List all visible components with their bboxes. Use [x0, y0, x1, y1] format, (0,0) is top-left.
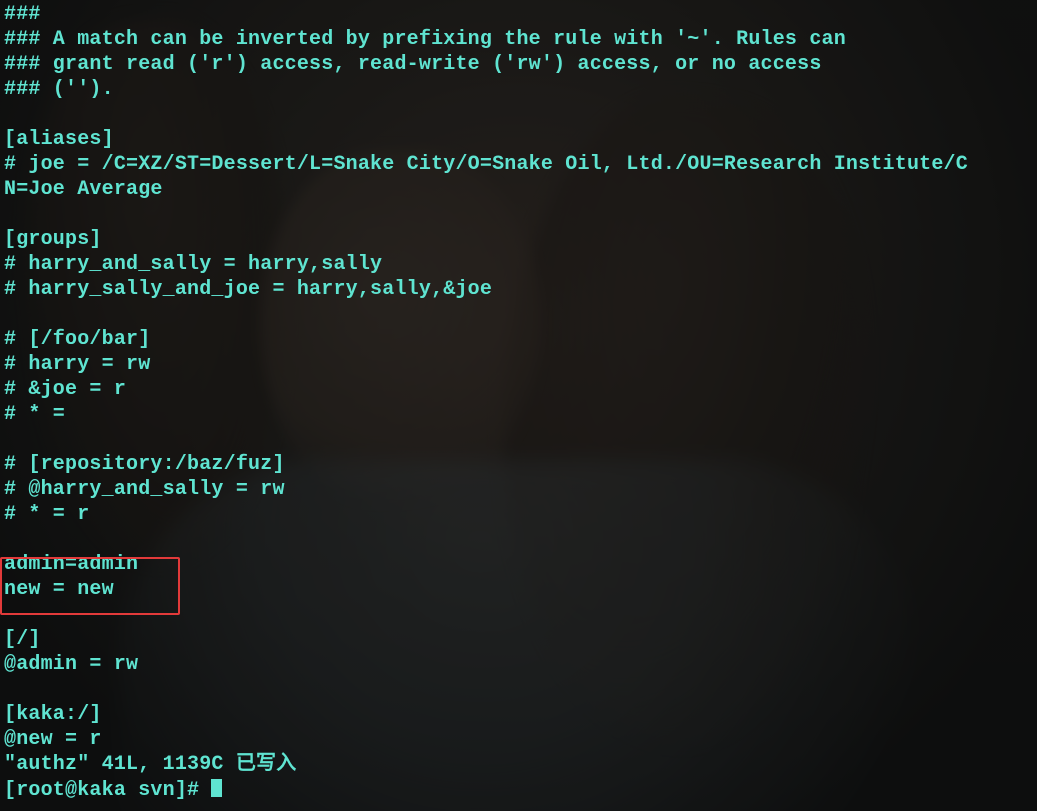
terminal-line: new = new: [4, 577, 1033, 602]
prompt-text: [root@kaka svn]#: [4, 779, 211, 802]
terminal-line: @admin = rw: [4, 652, 1033, 677]
cursor: [211, 779, 222, 797]
terminal-line: # &joe = r: [4, 377, 1033, 402]
terminal-line: [kaka:/]: [4, 702, 1033, 727]
terminal-line: # @harry_and_sally = rw: [4, 477, 1033, 502]
terminal-line: N=Joe Average: [4, 177, 1033, 202]
terminal-line: ### ('').: [4, 77, 1033, 102]
terminal-line: # [repository:/baz/fuz]: [4, 452, 1033, 477]
terminal-line: [aliases]: [4, 127, 1033, 152]
terminal-line: [groups]: [4, 227, 1033, 252]
terminal-output[interactable]: ###### A match can be inverted by prefix…: [4, 2, 1033, 809]
terminal-line: # [/foo/bar]: [4, 327, 1033, 352]
terminal-line: [4, 602, 1033, 627]
terminal-line: ###: [4, 2, 1033, 27]
terminal-line: # harry_and_sally = harry,sally: [4, 252, 1033, 277]
terminal-line: [4, 202, 1033, 227]
terminal-line: [4, 677, 1033, 702]
terminal-line: admin=admin: [4, 552, 1033, 577]
terminal-line: [/]: [4, 627, 1033, 652]
shell-prompt[interactable]: [root@kaka svn]#: [4, 777, 1033, 802]
editor-status-line: "authz" 41L, 1139C 已写入: [4, 752, 1033, 777]
terminal-line: [4, 527, 1033, 552]
terminal-line: [4, 102, 1033, 127]
terminal-line: # joe = /C=XZ/ST=Dessert/L=Snake City/O=…: [4, 152, 1033, 177]
terminal-line: ### A match can be inverted by prefixing…: [4, 27, 1033, 52]
terminal-line: # * = r: [4, 502, 1033, 527]
terminal-line: @new = r: [4, 727, 1033, 752]
terminal-line: # harry_sally_and_joe = harry,sally,&joe: [4, 277, 1033, 302]
terminal-line: [4, 302, 1033, 327]
terminal-line: # harry = rw: [4, 352, 1033, 377]
terminal-line: [4, 427, 1033, 452]
terminal-line: ### grant read ('r') access, read-write …: [4, 52, 1033, 77]
terminal-line: # * =: [4, 402, 1033, 427]
